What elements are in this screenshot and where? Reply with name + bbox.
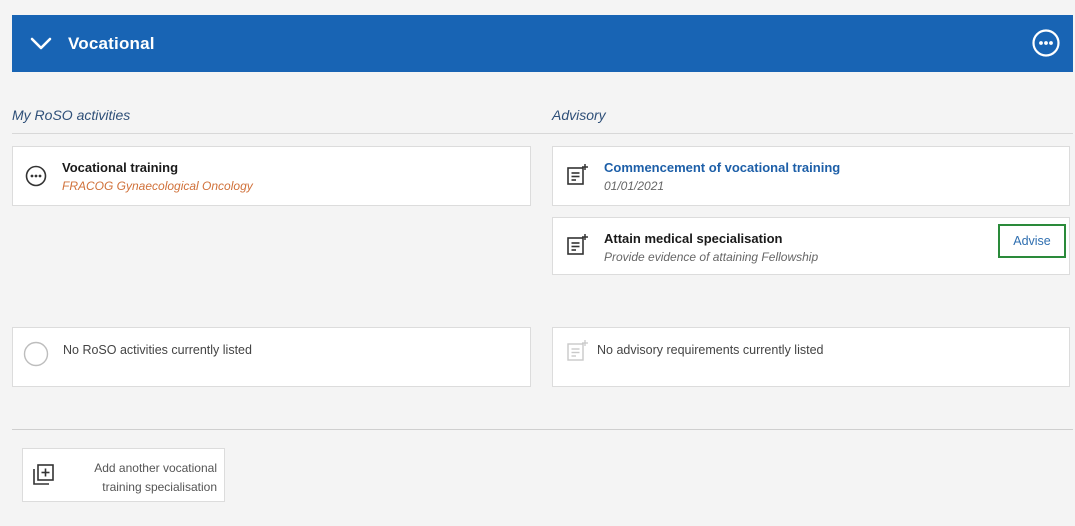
add-specialisation-button[interactable]: Add another vocational training speciali… xyxy=(22,448,225,502)
advisory-title: Attain medical specialisation xyxy=(604,231,783,246)
add-label-line2: training specialisation xyxy=(102,480,217,494)
advisory-item-commencement[interactable]: Commencement of vocational training 01/0… xyxy=(552,146,1070,206)
add-library-icon xyxy=(31,463,55,492)
section-title: Vocational xyxy=(68,33,155,53)
advisory-title-link[interactable]: Commencement of vocational training xyxy=(604,160,840,175)
section-divider xyxy=(12,429,1073,430)
advise-button[interactable]: Advise xyxy=(998,224,1066,258)
heading-divider xyxy=(12,133,1073,134)
advisory-item-specialisation[interactable]: Attain medical specialisation Provide ev… xyxy=(552,217,1070,275)
advisory-heading: Advisory xyxy=(552,107,606,123)
activity-subtitle: FRACOG Gynaecological Oncology xyxy=(62,179,253,193)
section-header[interactable]: Vocational xyxy=(12,15,1073,72)
pending-circle-icon xyxy=(25,165,47,192)
advisory-date: 01/01/2021 xyxy=(604,179,665,193)
advisory-empty-card: No advisory requirements currently liste… xyxy=(552,327,1070,387)
advisory-empty-text: No advisory requirements currently liste… xyxy=(597,343,824,357)
note-add-icon xyxy=(565,163,589,192)
advisory-description: Provide evidence of attaining Fellowship xyxy=(604,250,819,264)
roso-empty-card: No RoSO activities currently listed xyxy=(12,327,531,387)
roso-activities-heading: My RoSO activities xyxy=(12,107,131,123)
add-label-line1: Add another vocational xyxy=(94,461,217,475)
chevron-down-icon[interactable] xyxy=(28,31,54,57)
note-add-icon xyxy=(565,233,589,262)
activity-title: Vocational training xyxy=(62,160,179,175)
roso-empty-text: No RoSO activities currently listed xyxy=(63,343,252,357)
note-add-faded-icon xyxy=(565,339,589,368)
empty-circle-icon xyxy=(23,341,49,372)
more-options-icon[interactable] xyxy=(1031,28,1061,58)
roso-activity-card[interactable]: Vocational training FRACOG Gynaecologica… xyxy=(12,146,531,206)
